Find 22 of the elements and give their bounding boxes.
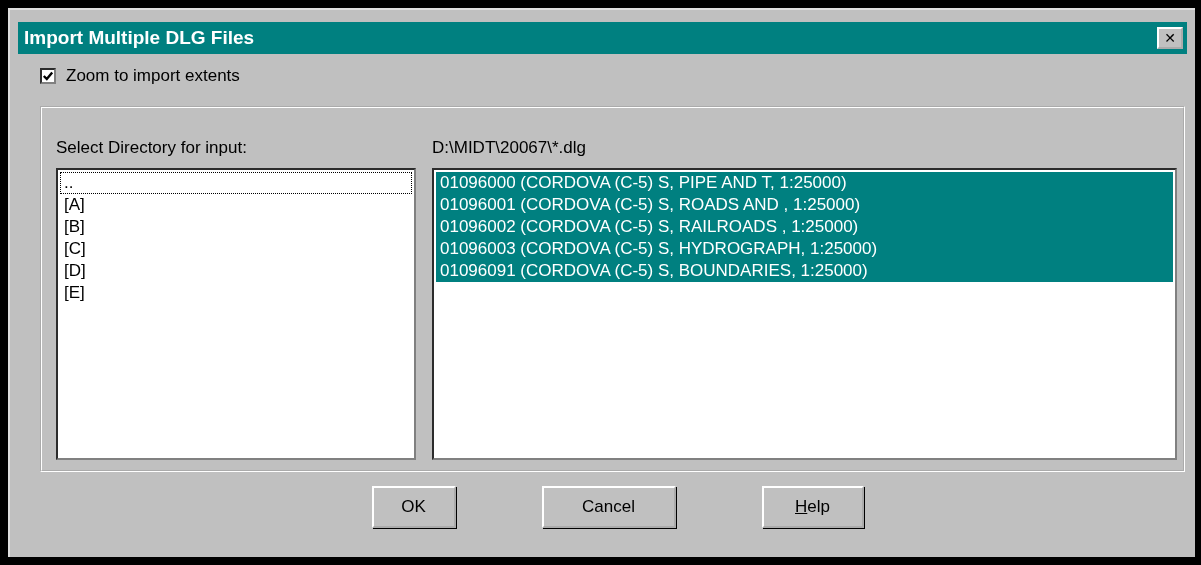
directory-item[interactable]: [A] xyxy=(60,194,412,216)
checkbox-label: Zoom to import extents xyxy=(66,66,240,86)
checkbox[interactable] xyxy=(40,68,56,84)
directory-list[interactable]: .. [A] [B] [C] [D] [E] xyxy=(56,168,416,460)
file-item[interactable]: 01096001 (CORDOVA (C-5) S, ROADS AND , 1:25000) xyxy=(436,194,1173,216)
directory-label: Select Directory for input: xyxy=(56,138,248,158)
file-item[interactable]: 01096000 (CORDOVA (C-5) S, PIPE AND T, 1:25000) xyxy=(436,172,1173,194)
window-title: Import Multiple DLG Files xyxy=(24,27,255,49)
directory-item[interactable]: [E] xyxy=(60,282,412,304)
dialog-button[interactable]: OK xyxy=(371,486,456,528)
file-item[interactable]: 01096002 (CORDOVA (C-5) S, RAILROADS , 1:25000) xyxy=(436,216,1173,238)
directory-item[interactable]: [B] xyxy=(60,216,412,238)
close-button[interactable]: ✕ xyxy=(1157,27,1183,49)
dialog-button[interactable]: Help xyxy=(761,486,864,528)
directory-item[interactable]: .. xyxy=(60,172,412,194)
directory-item[interactable]: [D] xyxy=(60,260,412,282)
file-item[interactable]: 01096091 (CORDOVA (C-5) S, BOUNDARIES, 1:25000) xyxy=(436,260,1173,282)
path-label: D:\MIDT\20067\*.dlg xyxy=(432,138,587,158)
file-list[interactable] xyxy=(432,168,1177,460)
directory-item[interactable]: [C] xyxy=(60,238,412,260)
dialog-button[interactable]: Cancel xyxy=(541,486,676,528)
file-item[interactable]: 01096003 (CORDOVA (C-5) S, HYDROGRAPH, 1:25000) xyxy=(436,238,1173,260)
